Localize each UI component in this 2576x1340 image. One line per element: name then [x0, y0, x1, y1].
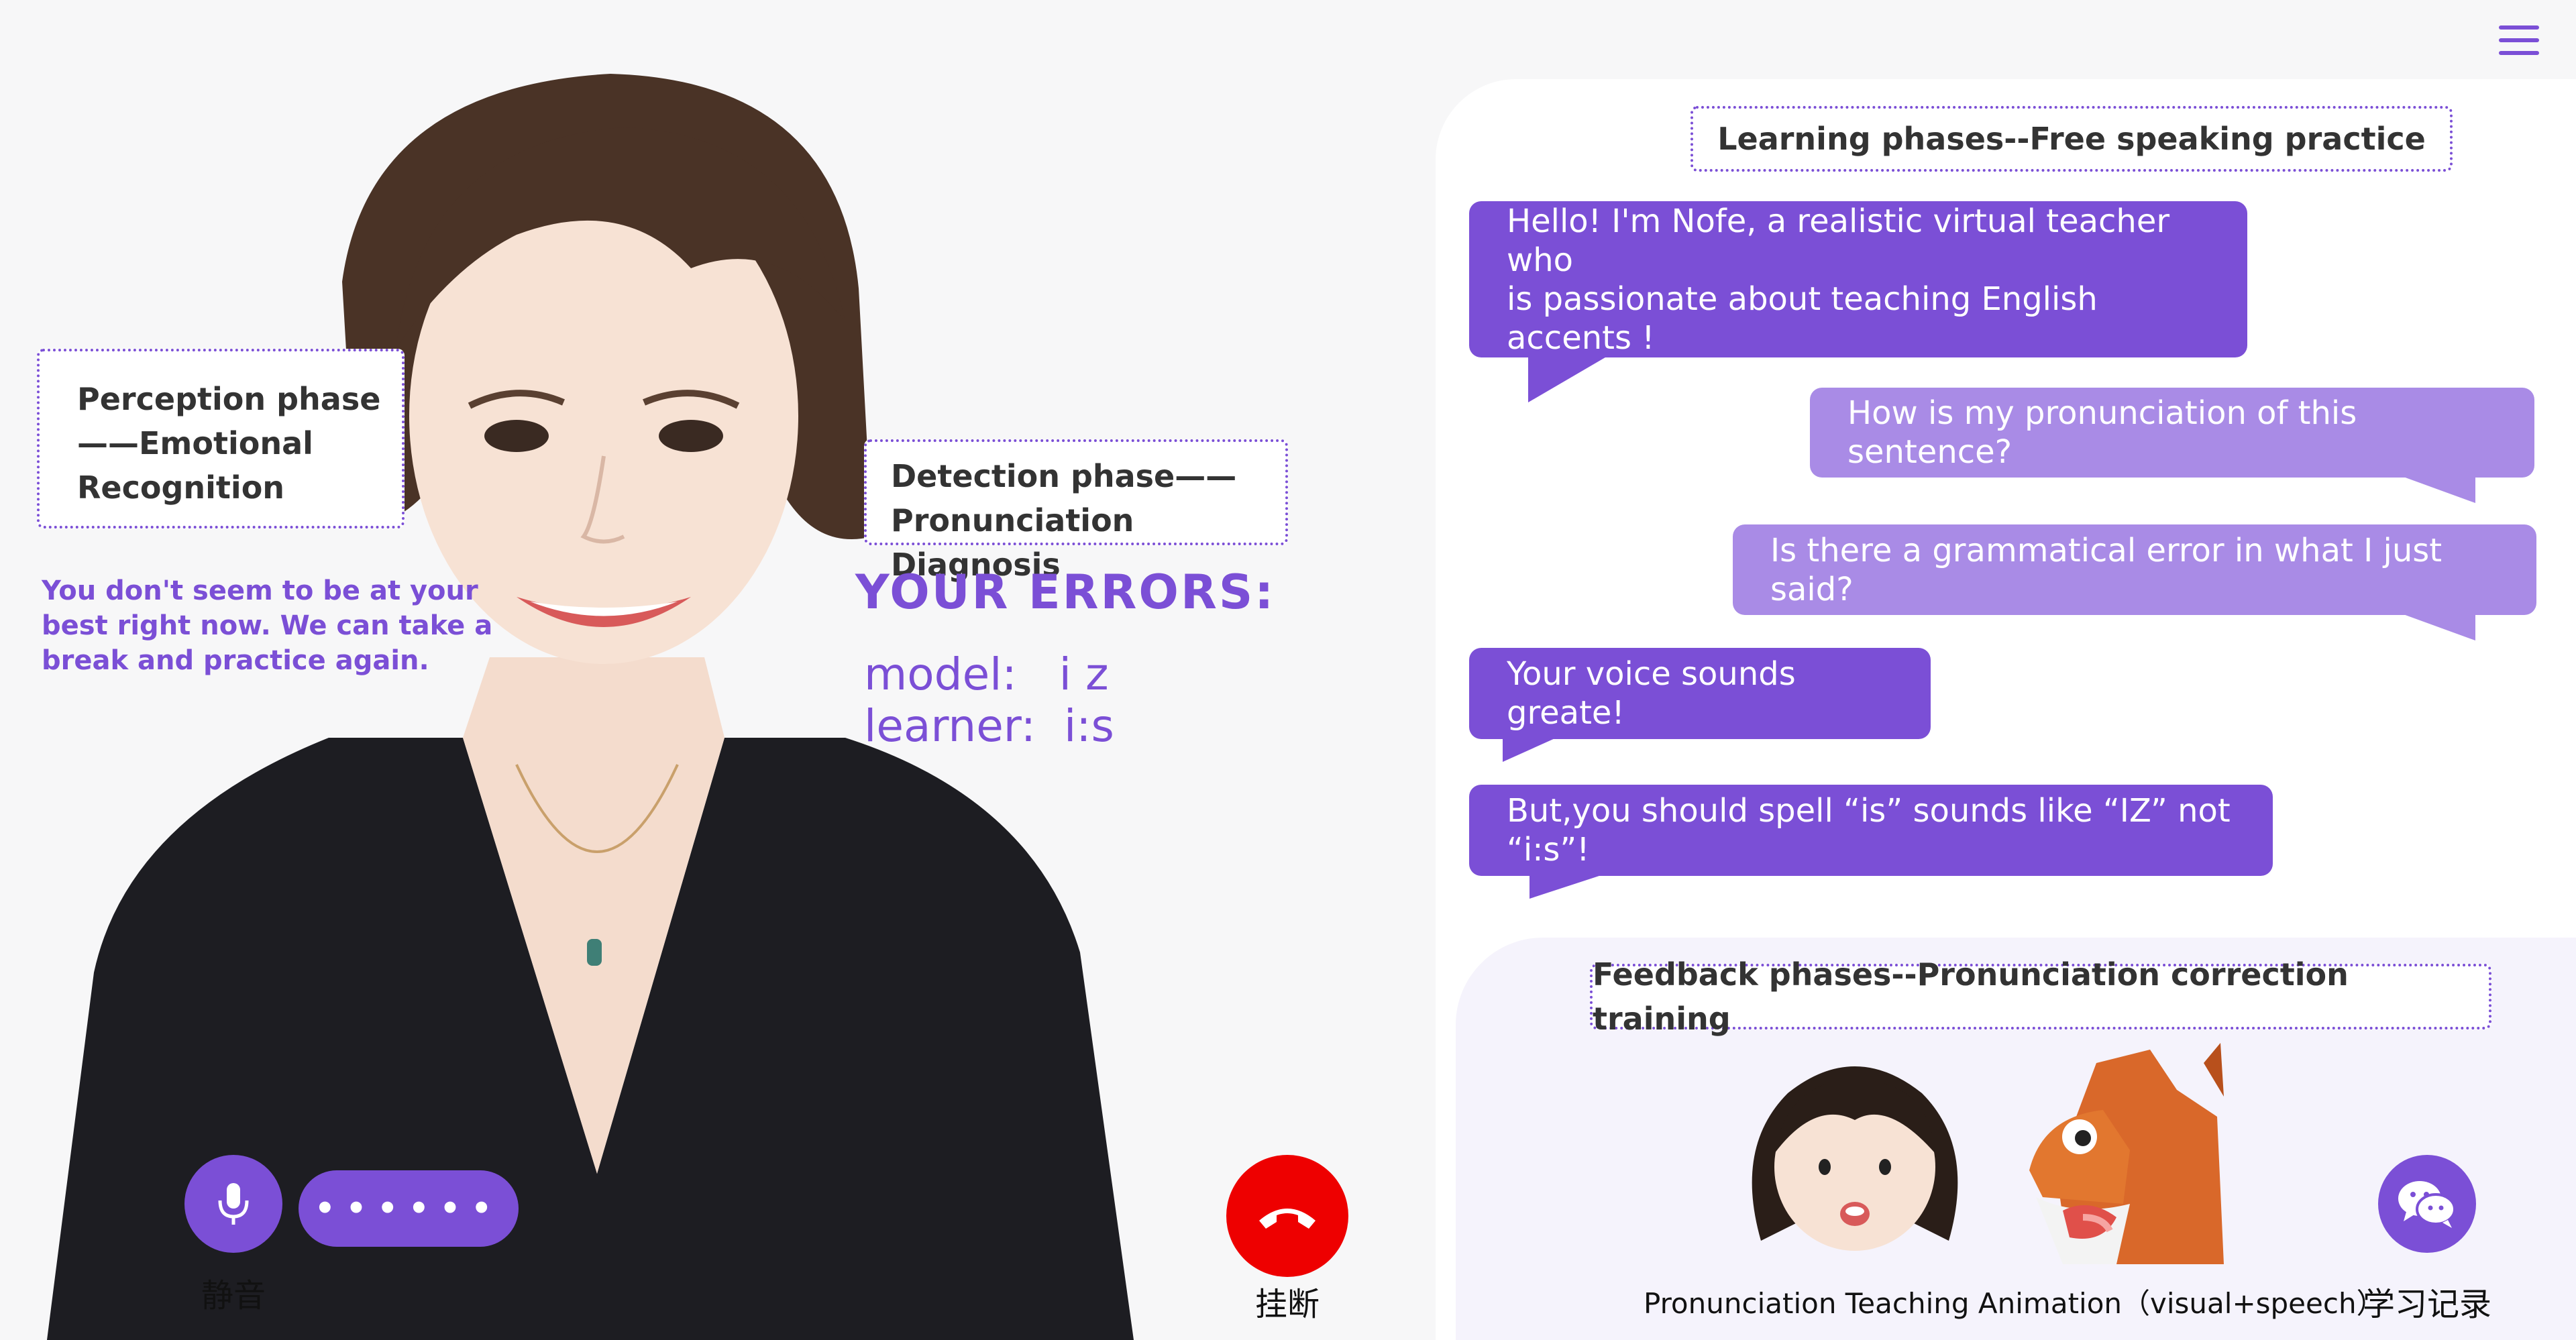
video-call-area: Perception phase ——Emotional Recognition… [0, 0, 1436, 1340]
chat-message-teacher: Hello! I'm Nofe, a realistic virtual tea… [1469, 201, 2247, 357]
errors-model: model: i z [864, 649, 1109, 700]
hangup-label: 挂断 [1254, 1286, 1320, 1323]
detection-phase-box: Detection phase—— Pronunciation Diagnosi… [864, 439, 1288, 583]
mute-label: 静音 [201, 1277, 266, 1315]
chat-message-learner: How is my pronunciation of this sentence… [1810, 388, 2534, 478]
mute-button[interactable] [184, 1155, 282, 1253]
feedback-phase-title-box: Feedback phases--Pronunciation correctio… [1590, 956, 2491, 1037]
wechat-icon [2398, 1181, 2456, 1228]
emotion-message-line2: best right now. We can take a [42, 610, 493, 641]
learning-phase-title-box: Learning phases--Free speaking practice [1690, 106, 2453, 172]
microphone-icon [218, 1183, 249, 1225]
message-line2: is passionate about teaching English acc… [1507, 280, 2098, 357]
bubble-tail [2402, 476, 2475, 503]
message-line1: Hello! I'm Nofe, a realistic virtual tea… [1507, 202, 2170, 279]
fox-mouth-animation[interactable] [2016, 1043, 2231, 1271]
chat-message-learner: Is there a grammatical error in what I j… [1733, 524, 2536, 615]
bubble-tail [1528, 355, 1609, 402]
perception-line2: ——Emotional [77, 425, 313, 461]
bubble-tail [1529, 875, 1603, 899]
perception-line3: Recognition [77, 469, 285, 506]
girl-avatar-animation[interactable] [1734, 1053, 1976, 1254]
bubble-tail [2402, 614, 2475, 640]
study-record-label: 学习记录 [2362, 1286, 2491, 1323]
errors-learner: learner: i:s [864, 700, 1114, 752]
emotion-message: You don't seem to be at your best right … [42, 573, 492, 678]
learning-phase-title: Learning phases--Free speaking practice [1717, 121, 2426, 157]
perception-line1: Perception phase [77, 381, 381, 417]
hamburger-menu-icon [2496, 20, 2542, 60]
voice-activity-indicator[interactable]: •••••• [299, 1170, 519, 1247]
detection-line1: Detection phase—— [891, 458, 1237, 494]
animation-caption: Pronunciation Teaching Animation（visual+… [1644, 1287, 2385, 1320]
emotion-message-line3: break and practice again. [42, 645, 429, 676]
study-record-button[interactable] [2378, 1155, 2476, 1253]
bubble-tail [1503, 738, 1556, 762]
chat-message-teacher: But,you should spell “is” sounds like “I… [1469, 785, 2273, 876]
perception-phase-box: Perception phase ——Emotional Recognition [37, 349, 405, 528]
hangup-button[interactable] [1226, 1155, 1348, 1277]
phone-hangup-icon [1259, 1209, 1316, 1229]
emotion-message-line1: You don't seem to be at your [42, 575, 478, 606]
feedback-phase-title: Feedback phases--Pronunciation correctio… [1593, 956, 2349, 1037]
chat-message-teacher: Your voice sounds greate! [1469, 648, 1931, 739]
menu-button[interactable] [2496, 20, 2542, 60]
errors-title: YOUR ERRORS: [855, 565, 1276, 620]
